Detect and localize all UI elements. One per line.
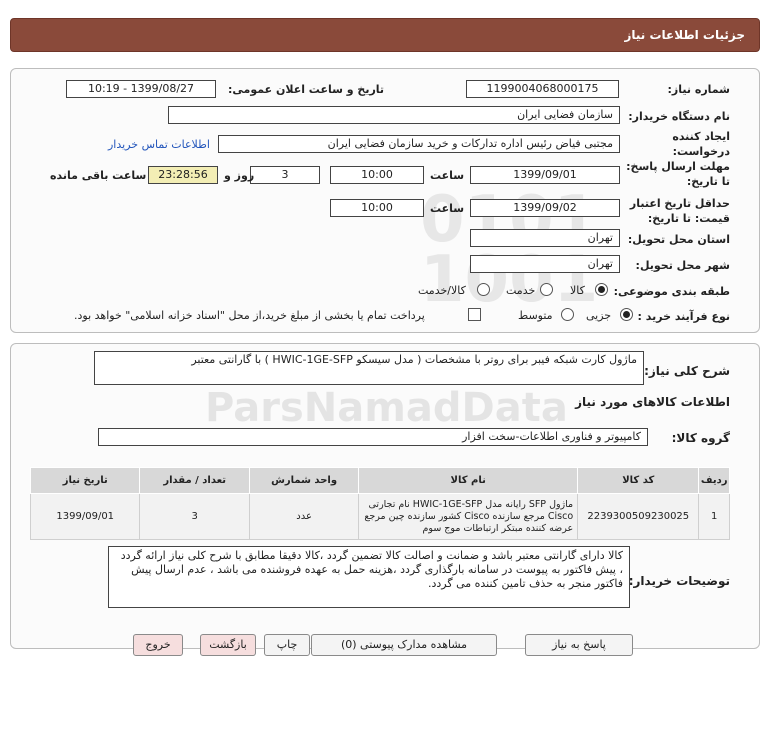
- process-label: نوع فرآیند خرید :: [637, 310, 730, 323]
- reply-button[interactable]: پاسخ به نیاز: [525, 634, 633, 656]
- province-field: تهران: [470, 229, 620, 247]
- validity-time-label: ساعت: [430, 202, 465, 215]
- row-index: 1: [698, 493, 730, 540]
- reply-time-label: ساعت: [430, 169, 465, 182]
- row-unit: عدد: [248, 493, 360, 540]
- category-goods-label: کالا: [570, 284, 585, 297]
- process-partial-label: جزیی: [586, 309, 612, 322]
- back-button[interactable]: بازگشت: [200, 634, 256, 656]
- remaining-time-field: 23:28:56: [148, 166, 218, 184]
- buyer-org-label: نام دستگاه خریدار:: [628, 110, 730, 123]
- process-medium-radio[interactable]: [561, 308, 574, 321]
- treasury-payment-note: پرداخت تمام یا بخشی از مبلغ خرید،از محل …: [74, 309, 425, 322]
- need-number-field: 1199004068000175: [466, 80, 619, 98]
- col-header-code: کد کالا: [577, 467, 700, 494]
- days-label: روز و: [224, 169, 255, 182]
- buyer-notes-label: توضیحات خریدار:: [628, 574, 730, 588]
- col-header-qty: تعداد / مقدار: [139, 467, 250, 494]
- print-button[interactable]: چاپ: [264, 634, 310, 656]
- need-number-label: شماره نیاز:: [667, 83, 730, 96]
- row-name: ماژول SFP رایانه مدل HWIC-1GE-SFP نام تج…: [358, 493, 579, 540]
- summary-field: ماژول کارت شبکه فیبر برای روتر با مشخصات…: [94, 351, 644, 385]
- validity-date-field: 1399/09/02: [470, 199, 620, 217]
- summary-label: شرح کلی نیاز:: [644, 364, 730, 378]
- reply-deadline-label: مهلت ارسال پاسخ: تا تاریخ:: [626, 160, 730, 188]
- creator-field: مجتبی فیاض رئیس اداره تدارکات و خرید ساز…: [218, 135, 620, 153]
- remaining-label: ساعت باقی مانده: [50, 169, 147, 182]
- col-header-unit: واحد شمارش: [248, 467, 360, 494]
- category-service-label: خدمت: [506, 284, 536, 297]
- days-field: 3: [250, 166, 320, 184]
- province-label: استان محل تحویل:: [627, 233, 730, 246]
- goods-group-field: کامپیوتر و فناوری اطلاعات-سخت افزار: [98, 428, 648, 446]
- process-partial-radio[interactable]: [620, 308, 633, 321]
- reply-date-field: 1399/09/01: [470, 166, 620, 184]
- buyer-notes-field: کالا دارای گارانتی معتبر باشد و ضمانت و …: [108, 546, 630, 608]
- reply-time-field: 10:00: [330, 166, 424, 184]
- announce-label: تاریخ و ساعت اعلان عمومی:: [228, 83, 385, 96]
- announce-field: 1399/08/27 - 10:19: [66, 80, 216, 98]
- items-table-wrapper: ردیف کد کالا نام کالا واحد شمارش تعداد /…: [29, 467, 730, 540]
- category-label: طبقه بندی موضوعی:: [613, 285, 730, 298]
- process-medium-label: متوسط: [518, 309, 553, 322]
- row-qty: 3: [139, 493, 250, 540]
- category-service-radio[interactable]: [540, 283, 553, 296]
- category-goods-service-radio[interactable]: [477, 283, 490, 296]
- row-code: 2239300509230025: [577, 493, 700, 540]
- validity-time-field: 10:00: [330, 199, 424, 217]
- col-header-name: نام کالا: [358, 467, 579, 494]
- city-label: شهر محل تحویل:: [635, 259, 730, 272]
- category-goods-service-label: کالا/خدمت: [418, 284, 466, 297]
- attachments-button[interactable]: مشاهده مدارک پیوستی (0): [311, 634, 497, 656]
- page-header: جزئیات اطلاعات نیاز: [10, 18, 760, 52]
- row-date: 1399/09/01: [29, 493, 141, 540]
- col-header-date: تاریخ نیاز: [29, 467, 141, 494]
- table-row: 1 2239300509230025 ماژول SFP رایانه مدل …: [29, 493, 730, 540]
- col-header-index: ردیف: [698, 467, 730, 494]
- validity-label: حداقل تاریخ اعتبار قیمت: تا تاریخ:: [629, 197, 730, 225]
- treasury-payment-checkbox[interactable]: [468, 308, 481, 321]
- creator-label: ایجاد کننده درخواست:: [672, 130, 730, 158]
- city-field: تهران: [470, 255, 620, 273]
- goods-group-label: گروه کالا:: [671, 431, 730, 445]
- category-goods-radio[interactable]: [595, 283, 608, 296]
- buyer-contact-link[interactable]: اطلاعات تماس خریدار: [108, 138, 210, 151]
- exit-button[interactable]: خروج: [133, 634, 183, 656]
- page-title: جزئیات اطلاعات نیاز: [624, 28, 745, 42]
- goods-section-title: اطلاعات کالاهای مورد نیاز: [575, 395, 730, 409]
- items-table: ردیف کد کالا نام کالا واحد شمارش تعداد /…: [29, 467, 730, 540]
- buyer-org-field: سازمان فضایی ایران: [168, 106, 620, 124]
